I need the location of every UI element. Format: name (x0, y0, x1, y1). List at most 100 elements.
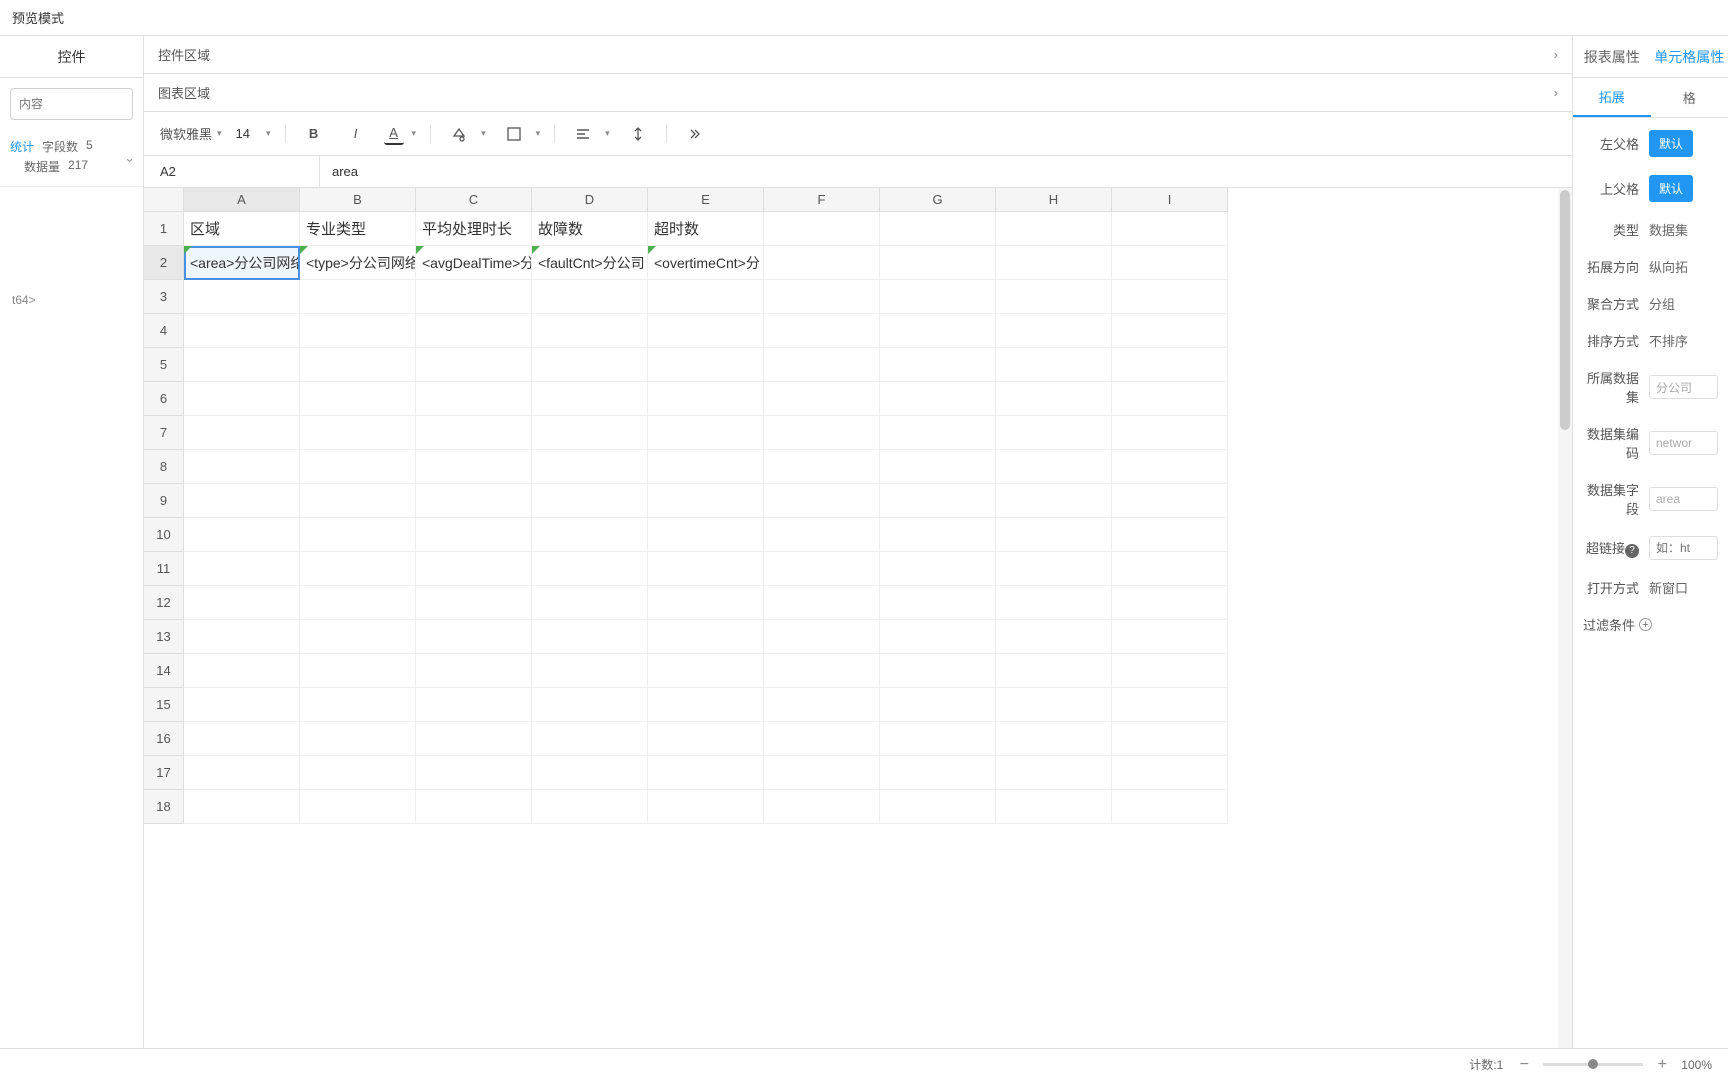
cell[interactable] (880, 722, 996, 756)
cell[interactable] (300, 620, 416, 654)
cell[interactable] (648, 416, 764, 450)
cell[interactable] (184, 518, 300, 552)
cell[interactable] (532, 756, 648, 790)
cell[interactable] (764, 212, 880, 246)
cell[interactable] (184, 552, 300, 586)
add-filter-button[interactable]: + (1639, 618, 1652, 631)
row-header[interactable]: 1 (144, 212, 184, 246)
cell[interactable] (184, 416, 300, 450)
row-header[interactable]: 4 (144, 314, 184, 348)
cell[interactable] (184, 790, 300, 824)
cell[interactable] (416, 586, 532, 620)
vertical-scrollbar[interactable] (1558, 188, 1572, 1060)
cell[interactable] (996, 484, 1112, 518)
cell[interactable] (184, 484, 300, 518)
border-dropdown[interactable]: ▾ (536, 128, 541, 139)
cell[interactable] (1112, 382, 1228, 416)
dataset-input[interactable] (1649, 375, 1718, 399)
cell[interactable] (300, 790, 416, 824)
cell[interactable] (764, 450, 880, 484)
cell[interactable] (184, 450, 300, 484)
cell[interactable] (416, 382, 532, 416)
cell[interactable] (532, 314, 648, 348)
cell[interactable] (764, 654, 880, 688)
cell[interactable] (1112, 722, 1228, 756)
help-icon[interactable]: ? (1625, 544, 1639, 558)
cell[interactable] (300, 348, 416, 382)
cell[interactable] (764, 382, 880, 416)
row-header[interactable]: 9 (144, 484, 184, 518)
cell[interactable] (764, 280, 880, 314)
cell[interactable] (764, 348, 880, 382)
function-button[interactable] (681, 120, 709, 148)
search-input[interactable] (10, 88, 133, 120)
cell[interactable] (300, 484, 416, 518)
row-header[interactable]: 10 (144, 518, 184, 552)
cell[interactable] (1112, 756, 1228, 790)
cell[interactable] (1112, 348, 1228, 382)
cell[interactable] (1112, 586, 1228, 620)
hyperlink-input[interactable] (1649, 536, 1718, 560)
cell[interactable] (648, 450, 764, 484)
cell[interactable] (648, 654, 764, 688)
cell[interactable] (184, 722, 300, 756)
cell[interactable] (996, 756, 1112, 790)
top-parent-default-button[interactable]: 默认 (1649, 175, 1693, 202)
cell[interactable] (764, 586, 880, 620)
cell[interactable] (1112, 484, 1228, 518)
font-color-button[interactable]: A (384, 123, 404, 145)
cell[interactable] (880, 586, 996, 620)
align-dropdown[interactable]: ▾ (605, 128, 610, 139)
cell[interactable] (880, 246, 996, 280)
subtab-expand[interactable]: 拓展 (1573, 78, 1651, 117)
cell[interactable] (300, 518, 416, 552)
spreadsheet[interactable]: ABCDEFGHI1区域专业类型平均处理时长故障数超时数2<area>分公司网络… (144, 188, 1572, 824)
cell[interactable] (996, 348, 1112, 382)
row-header[interactable]: 6 (144, 382, 184, 416)
cell[interactable] (1112, 552, 1228, 586)
row-header[interactable]: 16 (144, 722, 184, 756)
cell[interactable] (532, 348, 648, 382)
cell[interactable] (996, 552, 1112, 586)
cell[interactable] (880, 382, 996, 416)
cell[interactable] (300, 722, 416, 756)
cell[interactable] (996, 688, 1112, 722)
cell[interactable] (648, 722, 764, 756)
cell[interactable] (532, 586, 648, 620)
cell[interactable] (184, 280, 300, 314)
left-parent-default-button[interactable]: 默认 (1649, 130, 1693, 157)
controls-section-header[interactable]: 控件区域 › (144, 36, 1572, 74)
cell[interactable]: 区域 (184, 212, 300, 246)
row-header[interactable]: 12 (144, 586, 184, 620)
font-color-dropdown[interactable]: ▾ (412, 128, 417, 139)
cell[interactable] (996, 280, 1112, 314)
cell[interactable] (996, 790, 1112, 824)
formula-input[interactable]: area (320, 164, 1572, 179)
cell[interactable] (996, 450, 1112, 484)
cell[interactable] (416, 722, 532, 756)
cell[interactable] (648, 280, 764, 314)
cell[interactable] (764, 518, 880, 552)
column-header[interactable]: I (1112, 188, 1228, 212)
cell[interactable] (880, 280, 996, 314)
cell[interactable] (996, 416, 1112, 450)
zoom-slider[interactable] (1543, 1063, 1643, 1066)
cell[interactable] (996, 246, 1112, 280)
cell[interactable]: <avgDealTime>分 (416, 246, 532, 280)
cell[interactable] (532, 382, 648, 416)
cell[interactable] (416, 348, 532, 382)
cell[interactable] (532, 518, 648, 552)
cell[interactable] (880, 688, 996, 722)
row-header[interactable]: 15 (144, 688, 184, 722)
cell[interactable] (648, 688, 764, 722)
cell[interactable] (532, 280, 648, 314)
font-family-select[interactable]: 微软雅黑▾ (160, 124, 222, 143)
cell[interactable] (764, 484, 880, 518)
cell[interactable] (996, 654, 1112, 688)
column-header[interactable]: D (532, 188, 648, 212)
cell[interactable] (416, 620, 532, 654)
cell[interactable]: <area>分公司网络 (184, 246, 300, 280)
open-select[interactable]: 新窗口 (1649, 578, 1718, 597)
row-header[interactable]: 5 (144, 348, 184, 382)
cell[interactable] (532, 552, 648, 586)
